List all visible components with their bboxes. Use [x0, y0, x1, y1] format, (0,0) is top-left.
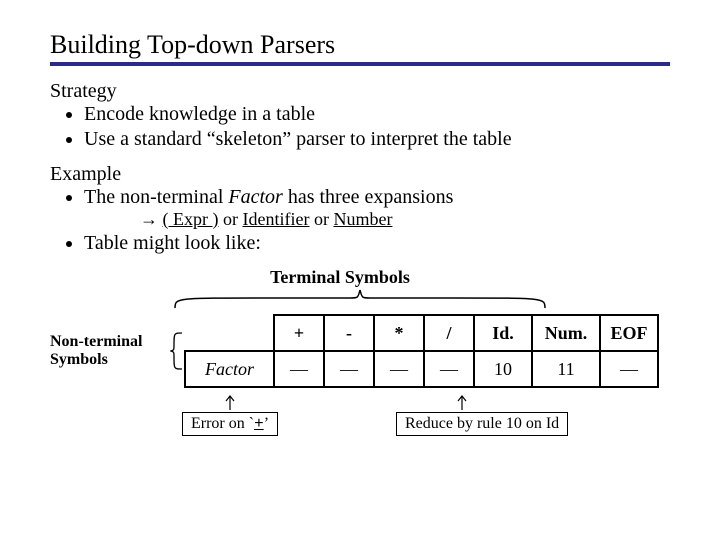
arrow-up-icon — [432, 394, 532, 412]
alt-3: Number — [333, 209, 392, 229]
col-plus: + — [274, 315, 324, 351]
or-2: or — [314, 209, 329, 229]
plus-token: + — [254, 415, 264, 433]
annotations: Error on `+’ Reduce by rule 10 on Id — [180, 394, 670, 436]
text: ’ — [264, 415, 269, 432]
table-header-row: + - * / Id. Num. EOF — [185, 315, 658, 351]
col-slash: / — [424, 315, 474, 351]
or-1: or — [223, 209, 238, 229]
cell: — — [374, 351, 424, 387]
cell: — — [324, 351, 374, 387]
cell: — — [600, 351, 658, 387]
table-area: Non-terminal Symbols + - * / Id. Num. EO… — [50, 314, 670, 388]
text: Error on ` — [191, 415, 254, 432]
strategy-item: Encode knowledge in a table — [84, 103, 670, 128]
row-factor: Factor — [185, 351, 274, 387]
annot-reduce-box: Reduce by rule 10 on Id — [396, 412, 568, 436]
terminal-symbols-label: Terminal Symbols — [150, 267, 530, 288]
text: The non-terminal — [84, 186, 228, 208]
strategy-item: Use a standard “skeleton” parser to inte… — [84, 128, 670, 153]
example-item-2: Table might look like: — [84, 232, 670, 257]
strategy-list: Encode knowledge in a table Use a standa… — [50, 103, 670, 153]
cell: — — [424, 351, 474, 387]
strategy-label: Strategy — [50, 80, 670, 103]
example-list: The non-terminal Factor has three expans… — [50, 186, 670, 257]
parse-table: + - * / Id. Num. EOF Factor — — — — 10 1… — [184, 314, 659, 388]
arrow-up-icon — [180, 394, 280, 412]
arrow-icon: → — [140, 209, 158, 229]
col-minus: - — [324, 315, 374, 351]
factor-word: Factor — [228, 186, 282, 208]
cell: — — [274, 351, 324, 387]
example-label: Example — [50, 163, 670, 186]
corner-cell — [185, 315, 274, 351]
col-id: Id. — [474, 315, 532, 351]
col-eof: EOF — [600, 315, 658, 351]
annot-error-box: Error on `+’ — [182, 412, 278, 436]
title-underline — [50, 62, 670, 66]
alt-2: Identifier — [242, 209, 309, 229]
col-star: * — [374, 315, 424, 351]
annot-reduce: Reduce by rule 10 on Id — [396, 394, 568, 436]
table-row: Factor — — — — 10 11 — — [185, 351, 658, 387]
col-num: Num. — [532, 315, 600, 351]
cell: 10 — [474, 351, 532, 387]
slide-title: Building Top-down Parsers — [50, 30, 670, 60]
annot-error: Error on `+’ — [180, 394, 280, 436]
brace-top — [170, 288, 670, 310]
alt-1: ( Expr ) — [163, 209, 219, 229]
example-item-1: The non-terminal Factor has three expans… — [84, 186, 670, 232]
cell: 11 — [532, 351, 600, 387]
nonterminal-symbols-label: Non-terminal Symbols — [50, 333, 170, 368]
brace-left — [170, 331, 184, 371]
text: has three expansions — [283, 186, 454, 208]
expansion-line: → ( Expr ) or Identifier or Number — [140, 209, 670, 230]
